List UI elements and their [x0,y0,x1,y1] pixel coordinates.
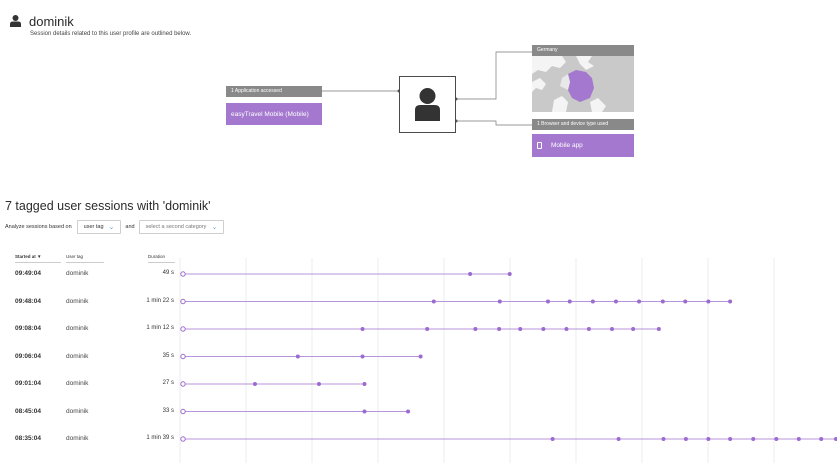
user-action-dot[interactable] [431,299,436,304]
user-action-dot[interactable] [751,437,756,441]
user-action-dot[interactable] [541,327,546,331]
user-action-dot[interactable] [507,272,512,276]
user-action-dot[interactable] [564,327,569,331]
user-action-dot[interactable] [550,437,555,441]
user-action-dot[interactable] [796,437,801,441]
user-action-dot[interactable] [468,272,473,276]
session-start-marker[interactable] [180,353,186,360]
user-action-dot[interactable] [295,354,300,359]
user-action-dot[interactable] [661,437,666,441]
user-action-dot[interactable] [586,327,591,331]
user-action-dot[interactable] [590,299,595,304]
user-action-dot[interactable] [683,437,688,441]
user-action-dot[interactable] [425,327,430,331]
session-start-marker[interactable] [180,381,186,387]
user-action-dot[interactable] [774,437,779,441]
user-action-dot[interactable] [545,299,550,304]
session-start-marker[interactable] [180,326,186,332]
user-action-dot[interactable] [706,437,711,441]
user-action-dot[interactable] [418,354,423,359]
user-action-dot[interactable] [728,437,733,441]
user-action-dot[interactable] [362,382,367,386]
user-action-dot[interactable] [360,327,365,331]
user-action-dot[interactable] [728,299,733,304]
user-action-dot[interactable] [360,354,365,359]
session-start-marker[interactable] [180,436,186,442]
session-start-marker[interactable] [180,271,186,277]
user-action-dot[interactable] [683,299,688,304]
user-action-dot[interactable] [656,327,661,331]
user-action-dot[interactable] [706,299,711,304]
user-action-dot[interactable] [631,327,636,331]
user-action-dot[interactable] [497,299,502,304]
user-action-dot[interactable] [819,437,824,441]
user-action-dot[interactable] [616,437,621,441]
user-action-dot[interactable] [637,299,642,304]
session-start-marker[interactable] [180,408,186,415]
user-action-dot[interactable] [660,299,665,304]
user-action-dot[interactable] [316,382,321,386]
user-action-dot[interactable] [473,327,478,331]
user-action-dot[interactable] [406,409,411,414]
user-action-dot[interactable] [252,382,257,386]
user-action-dot[interactable] [362,409,367,414]
user-action-dot[interactable] [567,299,572,304]
user-action-dot[interactable] [497,327,502,331]
session-start-marker[interactable] [180,298,186,305]
session-timeline [179,258,837,463]
user-action-dot[interactable] [518,327,523,331]
user-action-dot[interactable] [613,299,618,304]
user-action-dot[interactable] [610,327,614,331]
